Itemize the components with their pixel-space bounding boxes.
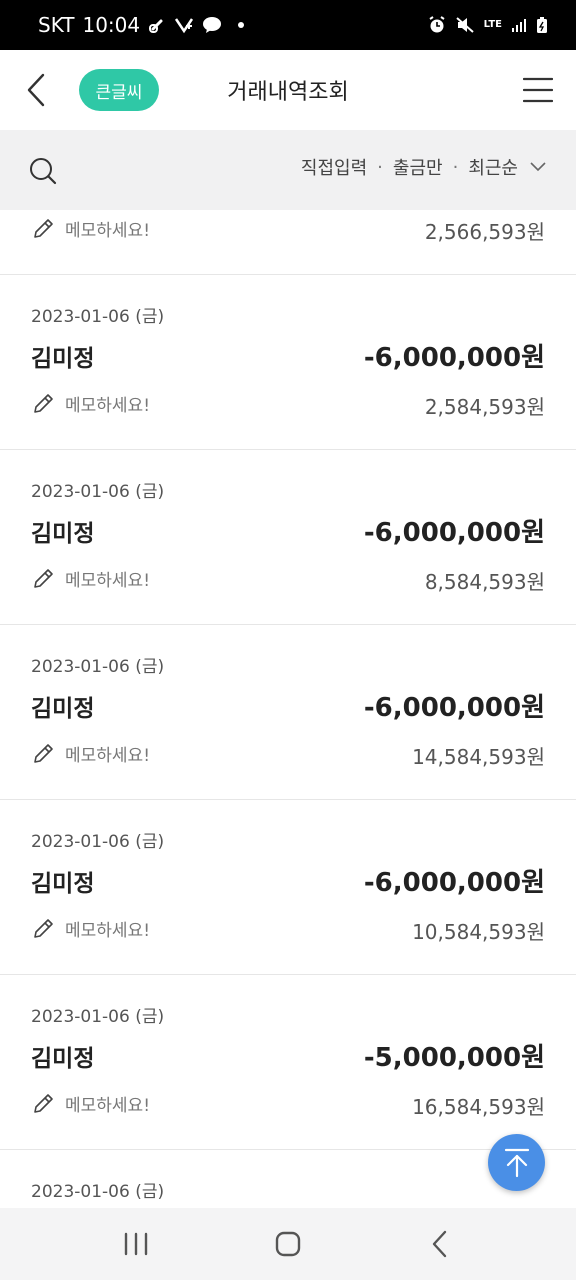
clock: 10:04	[82, 13, 141, 37]
memo-button[interactable]: 메모하세요!	[31, 566, 150, 591]
scroll-to-top-button[interactable]	[488, 1134, 545, 1191]
transaction-date: 2023-01-06 (금)	[31, 1182, 165, 1202]
memo-button[interactable]: 메모하세요!	[31, 741, 150, 766]
system-nav-bar	[0, 1208, 576, 1280]
transaction-item[interactable]: 2023-01-06 (금) 김미정 -5,000,000원 메모하세요! 16…	[0, 975, 576, 1150]
hamburger-menu-icon	[523, 77, 553, 103]
transaction-item[interactable]: 2023-01-06 (금) 김미정 -6,000,000원 메모하세요! 2,…	[0, 275, 576, 450]
filter-options[interactable]: 직접입력 · 출금만 · 최근순	[301, 154, 546, 180]
counterparty-name: 김미정	[31, 1046, 95, 1072]
signal-icon	[511, 17, 527, 33]
data-saver-icon	[174, 16, 194, 34]
transaction-date: 2023-01-06 (금)	[31, 307, 165, 327]
pencil-icon	[31, 392, 55, 416]
memo-placeholder: 메모하세요!	[65, 571, 151, 591]
transaction-amount: -6,000,000원	[363, 693, 545, 723]
memo-button[interactable]: 메모하세요!	[31, 916, 150, 941]
transaction-date: 2023-01-06 (금)	[31, 1007, 165, 1027]
home-icon	[275, 1231, 301, 1257]
chevron-down-icon	[530, 162, 546, 172]
talk-bubble-icon	[202, 16, 222, 34]
search-icon	[30, 158, 57, 185]
transaction-amount: -6,000,000원	[363, 518, 545, 548]
status-bar: SKT 10:04 LTE	[0, 0, 576, 50]
memo-button[interactable]: 메모하세요!	[31, 1091, 150, 1116]
pencil-icon	[31, 567, 55, 591]
transaction-date: 2023-01-06 (금)	[31, 657, 165, 677]
status-right: LTE	[428, 16, 548, 34]
transaction-amount: -6,000,000원	[363, 343, 545, 373]
back-arrow-icon	[432, 1230, 447, 1258]
menu-button[interactable]	[522, 74, 554, 106]
transaction-item[interactable]: 2023-01-06 (금) 김미정 -6,000,000원 메모하세요! 8,…	[0, 450, 576, 625]
filter-order: 최근순	[468, 158, 518, 179]
balance-value: 14,584,593원	[412, 745, 545, 769]
notification-dot-icon	[238, 22, 245, 28]
app-header: 큰글씨 거래내역조회	[0, 50, 576, 130]
counterparty-name: 김미정	[31, 521, 95, 547]
transaction-item[interactable]: 2023-01-06 (금) 김미정 -6,000,000원 메모하세요! 10…	[0, 800, 576, 975]
balance-value: 2,566,593원	[424, 220, 545, 244]
memo-placeholder: 메모하세요!	[65, 396, 151, 416]
back-nav-button[interactable]	[410, 1214, 470, 1274]
home-button[interactable]	[258, 1214, 318, 1274]
chevron-left-icon	[27, 73, 45, 107]
memo-placeholder: 메모하세요!	[65, 1096, 151, 1116]
transaction-date: 2023-01-06 (금)	[31, 832, 165, 852]
transaction-item-partial[interactable]: 메모하세요! 2,566,593원	[0, 210, 576, 275]
pencil-icon	[31, 917, 55, 941]
memo-button[interactable]: 메모하세요!	[31, 216, 150, 241]
transaction-amount: -5,000,000원	[363, 1043, 545, 1073]
filter-separator: ·	[452, 156, 459, 178]
counterparty-name: 김미정	[31, 346, 95, 372]
status-left: SKT 10:04	[38, 13, 245, 37]
memo-placeholder: 메모하세요!	[65, 921, 151, 941]
search-button[interactable]	[28, 156, 58, 186]
transaction-amount: -6,000,000원	[363, 868, 545, 898]
balance-value: 16,584,593원	[412, 1095, 545, 1119]
arrow-up-icon	[504, 1148, 529, 1177]
balance-value: 10,584,593원	[412, 920, 545, 944]
counterparty-name: 김미정	[31, 696, 95, 722]
battery-icon	[536, 16, 548, 34]
alarm-icon	[428, 16, 446, 34]
recent-apps-button[interactable]	[106, 1214, 166, 1274]
filter-separator: ·	[377, 156, 383, 178]
back-button[interactable]	[18, 70, 54, 110]
memo-placeholder: 메모하세요!	[65, 746, 151, 766]
carrier-label: SKT	[38, 13, 75, 37]
transaction-list[interactable]: 메모하세요! 2,566,593원 2023-01-06 (금) 김미정 -6,…	[0, 210, 576, 1208]
pencil-icon	[31, 217, 55, 241]
filter-type: 출금만	[392, 158, 443, 179]
pencil-icon	[31, 1092, 55, 1116]
network-type: LTE	[483, 19, 502, 30]
link-icon	[148, 16, 166, 34]
big-font-toggle-button[interactable]: 큰글씨	[79, 69, 159, 111]
counterparty-name: 김미정	[31, 871, 95, 897]
filter-bar: 직접입력 · 출금만 · 최근순	[0, 130, 576, 210]
transaction-date: 2023-01-06 (금)	[31, 482, 165, 502]
transaction-item[interactable]: 2023-01-06 (금) 김미정 -6,000,000원 메모하세요! 14…	[0, 625, 576, 800]
recent-apps-icon	[124, 1232, 148, 1256]
filter-period: 직접입력	[300, 158, 368, 179]
mute-icon	[455, 16, 475, 34]
pencil-icon	[31, 742, 55, 766]
balance-value: 2,584,593원	[424, 395, 545, 419]
balance-value: 8,584,593원	[424, 570, 545, 594]
memo-placeholder: 메모하세요!	[65, 221, 151, 241]
memo-button[interactable]: 메모하세요!	[31, 391, 150, 416]
